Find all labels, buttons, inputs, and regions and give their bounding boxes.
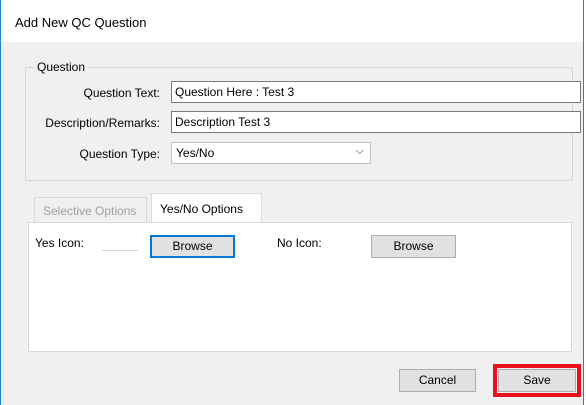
- chevron-down-icon: ⌵: [355, 145, 364, 157]
- yes-icon-preview: [102, 250, 138, 252]
- yes-icon-label: Yes Icon:: [35, 236, 84, 250]
- question-group-legend: Question: [34, 60, 89, 74]
- title-bar[interactable]: Add New QC Question: [1, 0, 583, 42]
- no-browse-button[interactable]: Browse: [371, 235, 456, 258]
- no-browse-label: Browse: [393, 239, 434, 253]
- cancel-label: Cancel: [418, 373, 457, 387]
- question-type-label: Question Type:: [79, 147, 161, 161]
- question-type-value: Yes/No: [176, 146, 215, 160]
- tab-selective-label: Selective Options: [43, 204, 137, 218]
- description-input[interactable]: [171, 111, 581, 133]
- question-text-input[interactable]: [171, 81, 581, 103]
- save-button[interactable]: Save: [498, 369, 576, 392]
- tab-yesno-options[interactable]: Yes/No Options: [151, 193, 262, 223]
- save-label: Save: [523, 373, 551, 387]
- tab-selective-options[interactable]: Selective Options: [34, 197, 147, 223]
- yes-browse-button[interactable]: Browse: [150, 235, 235, 258]
- dialog-window: Add New QC Question Question Question Te…: [0, 0, 584, 405]
- dialog-title: Add New QC Question: [15, 15, 147, 30]
- question-text-label: Question Text:: [83, 86, 161, 100]
- yes-browse-label: Browse: [172, 239, 213, 253]
- question-type-select[interactable]: Yes/No ⌵: [171, 142, 371, 164]
- tab-yesno-label: Yes/No Options: [160, 202, 243, 216]
- description-label: Description/Remarks:: [45, 116, 160, 130]
- no-icon-label: No Icon:: [277, 236, 322, 250]
- cancel-button[interactable]: Cancel: [399, 369, 476, 392]
